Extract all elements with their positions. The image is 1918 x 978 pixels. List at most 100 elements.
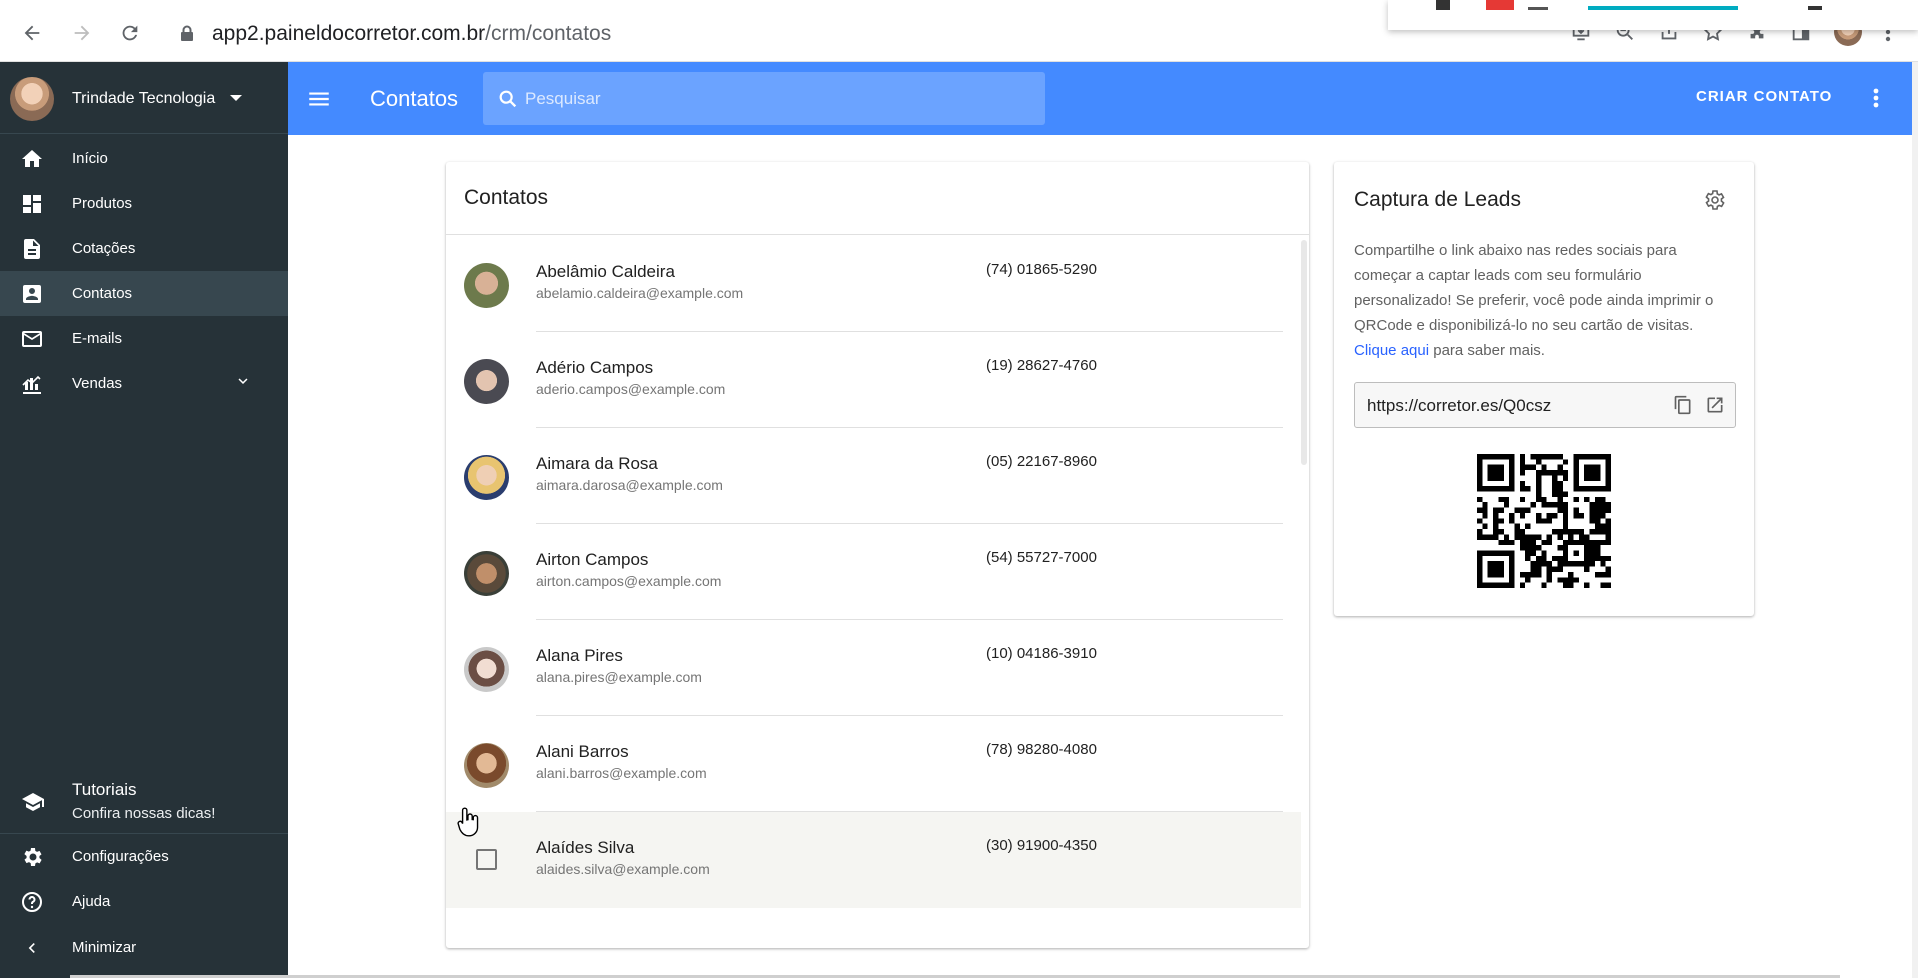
qr-module xyxy=(1541,582,1547,588)
account-switcher[interactable]: Trindade Tecnologia xyxy=(0,62,288,134)
qr-module xyxy=(1562,577,1569,583)
contact-row[interactable]: Alani Barros alani.barros@example.com (7… xyxy=(446,716,1301,812)
qr-module xyxy=(1541,550,1547,556)
qr-module xyxy=(1541,464,1547,471)
share-url: https://corretor.es/Q0csz xyxy=(1367,396,1552,415)
back-icon[interactable] xyxy=(16,17,48,49)
more-vert-icon[interactable] xyxy=(1872,86,1880,115)
contact-name: Alani Barros xyxy=(536,742,629,761)
caret-down-icon xyxy=(230,95,242,101)
sidebar-minimize-button[interactable]: Minimizar xyxy=(0,925,288,970)
graduation-cap-icon xyxy=(20,790,46,819)
qr-module xyxy=(1600,512,1606,519)
contact-name: Alana Pires xyxy=(536,646,623,665)
share-link-field[interactable]: https://corretor.es/Q0csz xyxy=(1354,382,1736,428)
qr-module xyxy=(1519,480,1526,487)
qr-module xyxy=(1584,582,1590,588)
dashboard-icon xyxy=(20,192,44,216)
qr-module xyxy=(1589,550,1595,556)
qr-module xyxy=(1562,491,1569,497)
qr-module xyxy=(1519,464,1526,471)
qr-module xyxy=(1541,518,1547,524)
search-icon xyxy=(497,88,519,115)
contact-row[interactable]: Aimara da Rosa aimara.darosa@example.com… xyxy=(446,428,1301,524)
qr-module xyxy=(1552,491,1558,497)
qr-module xyxy=(1557,470,1563,476)
qr-module xyxy=(1594,496,1601,503)
sidebar-item-configuracoes[interactable]: Configurações xyxy=(0,834,288,879)
reload-icon[interactable] xyxy=(114,17,146,49)
qr-module xyxy=(1578,512,1585,519)
qr-module xyxy=(1573,577,1579,583)
qr-module xyxy=(1519,496,1526,503)
sidebar-item-ajuda[interactable]: Ajuda xyxy=(0,879,288,924)
qr-module xyxy=(1562,470,1569,476)
qr-module xyxy=(1557,545,1563,551)
contact-card-icon xyxy=(20,282,44,306)
qr-module xyxy=(1503,496,1510,503)
contact-phone: (78) 98280-4080 xyxy=(986,741,1097,758)
sidebar-item-contatos[interactable]: Contatos xyxy=(0,271,288,316)
sidebar-item-cotacoes[interactable]: Cotações xyxy=(0,226,288,271)
url-path: /crm/contatos xyxy=(485,22,612,45)
qr-module xyxy=(1605,502,1611,508)
select-checkbox[interactable] xyxy=(476,849,497,870)
contact-phone: (74) 01865-5290 xyxy=(986,261,1097,278)
qr-module xyxy=(1594,512,1601,519)
qr-module xyxy=(1568,529,1574,535)
list-scrollbar[interactable] xyxy=(1301,240,1307,465)
qr-module xyxy=(1546,470,1553,476)
sidebar-item-label: Vendas xyxy=(72,375,123,392)
chart-icon xyxy=(20,372,44,396)
qr-module xyxy=(1514,529,1520,535)
sidebar-item-label: Início xyxy=(72,150,108,167)
learn-more-link[interactable]: Clique aqui xyxy=(1354,342,1429,359)
address-bar[interactable]: app2.paineldocorretor.com.br/crm/contato… xyxy=(212,22,611,46)
qr-module xyxy=(1535,545,1542,551)
qr-module xyxy=(1493,523,1499,530)
qr-module xyxy=(1482,502,1488,508)
sidebar-item-label: Cotações xyxy=(72,240,136,257)
qr-module xyxy=(1557,577,1563,583)
contact-row[interactable]: Airton Campos airton.campos@example.com … xyxy=(446,524,1301,620)
qr-module xyxy=(1535,518,1542,524)
contact-row[interactable]: Alana Pires alana.pires@example.com (10)… xyxy=(446,620,1301,716)
hamburger-menu-icon[interactable] xyxy=(306,86,332,117)
forward-icon[interactable] xyxy=(66,17,98,49)
open-in-new-icon[interactable] xyxy=(1705,395,1725,420)
page-scrollbar[interactable] xyxy=(1912,62,1918,978)
qr-code xyxy=(1477,454,1611,588)
qr-module xyxy=(1514,534,1520,540)
qr-module xyxy=(1552,470,1558,476)
account-name: Trindade Tecnologia xyxy=(72,90,216,107)
qr-module xyxy=(1562,529,1569,535)
qr-module xyxy=(1477,518,1483,524)
qr-module xyxy=(1562,507,1569,513)
contact-row[interactable]: Alaídes Silva alaides.silva@example.com … xyxy=(446,812,1301,908)
qr-module xyxy=(1562,459,1569,465)
search-input[interactable] xyxy=(525,72,1025,125)
lock-icon[interactable] xyxy=(180,25,194,46)
qr-module xyxy=(1535,470,1542,476)
sidebar-item-produtos[interactable]: Produtos xyxy=(0,181,288,226)
qr-module xyxy=(1589,545,1595,551)
sidebar-item-inicio[interactable]: Início xyxy=(0,136,288,181)
qr-module xyxy=(1600,561,1606,567)
copy-icon[interactable] xyxy=(1673,395,1693,420)
contact-row[interactable]: Abelâmio Caldeira abelamio.caldeira@exam… xyxy=(446,236,1301,332)
sidebar-item-tutoriais[interactable]: Tutoriais Confira nossas dicas! xyxy=(0,770,288,834)
create-contact-button[interactable]: CRIAR CONTATO xyxy=(1696,88,1832,105)
qr-module xyxy=(1562,475,1569,481)
settings-gear-icon[interactable] xyxy=(1702,188,1726,217)
qr-module xyxy=(1525,550,1531,556)
sidebar-item-vendas[interactable]: Vendas xyxy=(0,361,288,406)
sidebar-item-emails[interactable]: E-mails xyxy=(0,316,288,361)
qr-module xyxy=(1493,507,1499,513)
contact-row[interactable]: Adério Campos aderio.campos@example.com … xyxy=(446,332,1301,428)
qr-module xyxy=(1600,523,1606,530)
qr-module xyxy=(1519,454,1526,460)
qr-module xyxy=(1568,571,1574,578)
qr-module xyxy=(1584,566,1590,572)
qr-module xyxy=(1557,534,1563,540)
qr-module xyxy=(1530,539,1536,546)
